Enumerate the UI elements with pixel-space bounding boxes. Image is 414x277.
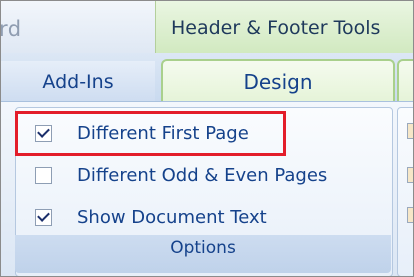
contextual-tab-title: Header & Footer Tools bbox=[171, 17, 381, 39]
partial-icon[interactable] bbox=[407, 167, 413, 183]
ribbon-screenshot: rd Header & Footer Tools Add-Ins Design … bbox=[0, 0, 414, 277]
different-odd-even-option[interactable]: Different Odd & Even Pages bbox=[35, 161, 327, 189]
different-odd-even-checkbox[interactable] bbox=[35, 166, 52, 184]
different-odd-even-label[interactable]: Different Odd & Even Pages bbox=[77, 165, 327, 186]
show-document-text-checkbox[interactable] bbox=[35, 208, 52, 226]
tab-add-ins[interactable]: Add-Ins bbox=[1, 61, 155, 103]
show-document-text-option[interactable]: Show Document Text bbox=[35, 203, 267, 231]
partial-icon[interactable] bbox=[407, 123, 413, 139]
tab-design[interactable]: Design bbox=[161, 59, 395, 105]
options-group-label: Options bbox=[170, 238, 236, 258]
previous-tab-fragment: rd bbox=[0, 17, 22, 41]
show-document-text-label[interactable]: Show Document Text bbox=[77, 207, 267, 228]
tab-next-partial[interactable] bbox=[397, 59, 413, 105]
partial-icon[interactable] bbox=[407, 207, 413, 223]
highlight-annotation-box bbox=[15, 111, 286, 156]
